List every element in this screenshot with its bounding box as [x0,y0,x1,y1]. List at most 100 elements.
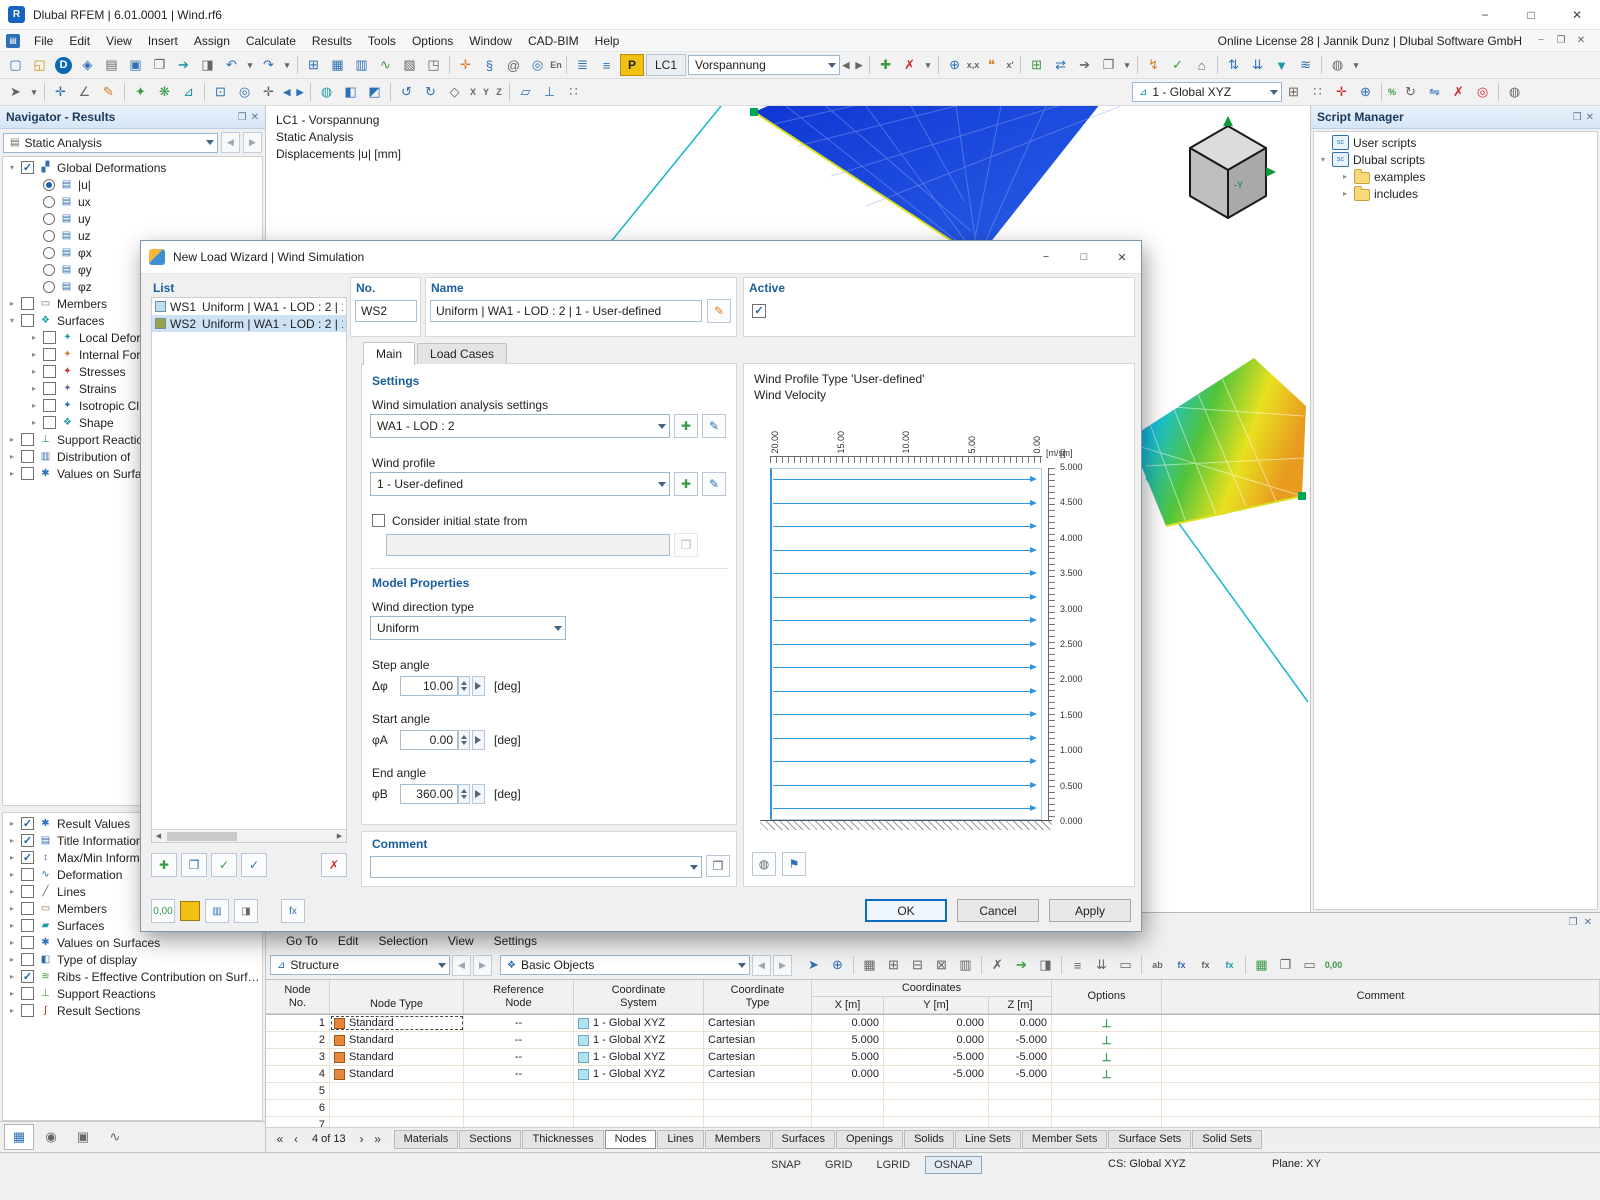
start-angle-stepper[interactable] [458,730,470,750]
script-tree-item[interactable]: ▸ examples [1314,168,1597,185]
wind-simulation-icon[interactable]: ≋ [1294,55,1317,76]
printout-report-icon[interactable]: ▤ [100,55,123,76]
load-prev-icon[interactable]: ◀ [840,55,852,76]
display-settings-icon[interactable]: ◍ [1503,82,1526,103]
panel-menu-icon[interactable]: ▾ [1350,55,1362,76]
new-entry-icon[interactable]: ✚ [151,853,177,877]
checkbox[interactable] [43,365,56,378]
next-case-button[interactable]: ▶ [243,132,262,153]
fill-down-icon[interactable]: ⇊ [1090,955,1113,976]
render-wire-icon[interactable]: ❋ [153,82,176,103]
delete-menu-icon[interactable]: ▾ [922,55,934,76]
checkbox[interactable] [21,953,34,966]
dlubal-logo-icon[interactable]: D [55,57,72,74]
initial-state-checkbox[interactable] [372,514,385,527]
expander-icon[interactable]: ▸ [7,972,17,981]
menu-item[interactable]: Tools [360,32,404,50]
menu-item[interactable]: File [26,32,61,50]
display-option-item[interactable]: ▸ ✱ Values on Surfaces [3,934,262,951]
scroll-thumb[interactable] [167,832,237,841]
redo-menu-icon[interactable]: ▾ [281,55,293,76]
cell-coordinate-type[interactable] [704,1100,812,1116]
load-list-item[interactable]: WS2 Uniform | WA1 - LOD : 2 | 1 - [152,315,346,332]
cell-y[interactable]: -5.000 [884,1066,989,1082]
new-model-icon[interactable]: ▢ [4,55,27,76]
sync-icon[interactable]: ⇄ [1049,55,1072,76]
table-menu-item[interactable]: Edit [330,933,367,949]
units-settings-icon[interactable]: 0,00 [151,899,175,923]
origin-icon[interactable]: ⊕ [1354,82,1377,103]
load-list-item[interactable]: WS1 Uniform | WA1 - LOD : 2 | 1 - [152,298,346,315]
navigation-cube[interactable]: -Y [1190,116,1276,218]
expander-icon[interactable]: ▸ [7,921,17,930]
cell-node-type[interactable]: Standard [330,1015,464,1031]
navigator-tree-item[interactable]: ▾ ▞ Global Deformations [3,159,262,176]
table-menu-item[interactable]: View [440,933,482,949]
scroll-left-icon[interactable]: ◀ [152,830,165,842]
cell-options[interactable]: ⊥ [1052,1049,1162,1065]
export-table-icon[interactable]: ➔ [1073,55,1096,76]
expander-icon[interactable]: ▸ [7,989,17,998]
delete-entry-icon[interactable]: ✗ [321,853,347,877]
radio-button[interactable] [43,230,55,242]
minimize-button[interactable]: − [1462,0,1508,30]
delete-guides-icon[interactable]: ✗ [1447,82,1470,103]
cell-node-type[interactable]: Standard [330,1049,464,1065]
col-y[interactable]: Y [m] [884,997,989,1014]
cell-z[interactable]: 0.000 [989,1015,1052,1031]
active-checkbox[interactable] [752,304,766,318]
checkbox[interactable] [43,348,56,361]
guideline-icon[interactable]: ∠ [73,82,96,103]
cell-y[interactable]: 0.000 [884,1032,989,1048]
print-icon[interactable]: ❐ [148,55,171,76]
view-z-icon[interactable]: Z [493,82,505,103]
table-view-icon[interactable]: ▦ [858,955,881,976]
end-angle-field[interactable]: 360.00 [400,784,458,804]
check-model-icon[interactable]: ✓ [1166,55,1189,76]
percent-icon[interactable]: % [1386,82,1398,103]
start-angle-field[interactable]: 0.00 [400,730,458,750]
new-analysis-settings-button[interactable]: ✚ [674,414,698,438]
model-view-icon[interactable]: ⊞ [302,55,325,76]
expander-icon[interactable]: ▾ [7,316,17,325]
block-edit-icon[interactable]: ▥ [954,955,977,976]
mirror-icon[interactable]: ⇋ [1423,82,1446,103]
units-icon[interactable]: 0,00 [1322,955,1345,976]
copy-entry-icon[interactable]: ❐ [181,853,207,877]
delete-load-icon[interactable]: ✗ [898,55,921,76]
crosshair-icon[interactable]: ✛ [1330,82,1353,103]
cell-x[interactable] [812,1083,884,1099]
expander-icon[interactable]: ▸ [7,452,17,461]
expander-icon[interactable]: ▸ [7,853,17,862]
expander-icon[interactable]: ▸ [7,1006,17,1015]
cell-reference-node[interactable]: -- [464,1032,574,1048]
load-next-icon[interactable]: ▶ [853,55,865,76]
calculate-icon[interactable]: ↯ [1142,55,1165,76]
navigator-tree-item[interactable]: ▤ |u| [3,176,262,193]
insert-row-icon[interactable]: ⊟ [906,955,929,976]
export-xlsx-icon[interactable]: ➔ [1010,955,1033,976]
dialog-tab[interactable]: Main [363,342,415,365]
maximize-button[interactable]: □ [1508,0,1554,30]
align-icon[interactable]: ≡ [1066,955,1089,976]
margin-icon[interactable]: ⊿ [177,82,200,103]
cell-comment[interactable] [1162,1015,1600,1031]
delete-row-icon[interactable]: ⊠ [930,955,953,976]
last-table-button[interactable]: » [370,1131,386,1147]
fx-edit-icon[interactable]: fx [1194,955,1217,976]
circle-select-icon[interactable]: ◎ [526,55,549,76]
menu-item[interactable]: Results [304,32,360,50]
import-icon[interactable]: ◨ [1034,955,1057,976]
prev-table-button[interactable]: ◀ [752,955,771,976]
fx-sum-icon[interactable]: fx [1218,955,1241,976]
expander-icon[interactable]: ▸ [7,955,17,964]
table-row[interactable]: 6 [266,1100,1600,1117]
color-swatch-icon[interactable] [180,901,200,921]
script-tree-item[interactable]: ▸ includes [1314,185,1597,202]
load-type-p-button[interactable]: P [620,54,644,76]
checkbox[interactable] [21,936,34,949]
select-menu-icon[interactable]: ▾ [28,82,40,103]
expander-icon[interactable]: ▾ [7,163,17,172]
expander-icon[interactable]: ▸ [1340,189,1350,198]
cell-z[interactable]: -5.000 [989,1066,1052,1082]
